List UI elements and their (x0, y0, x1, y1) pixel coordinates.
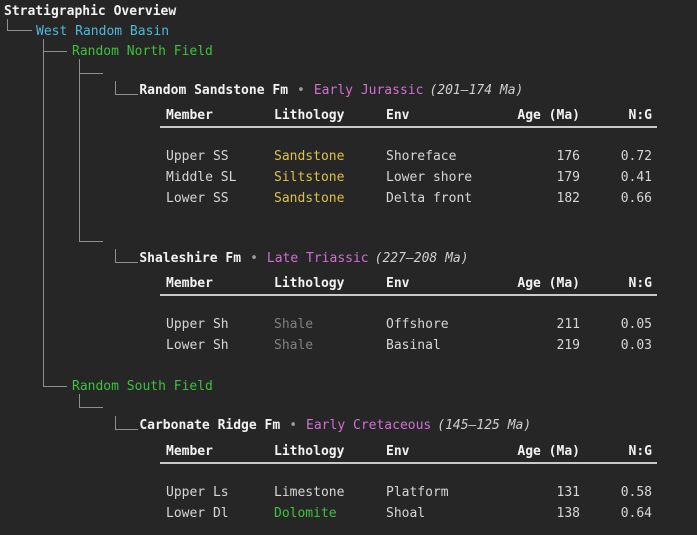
cell-ng: 0.72 (620, 149, 652, 164)
tree-branch-basin-children (43, 39, 44, 386)
formation-age-range: (227–208 Ma) (374, 251, 469, 266)
page-title: Stratigraphic Overview (4, 4, 177, 19)
table-row: Lower Sh Shale Basinal 219 0.03 (160, 337, 657, 354)
cell-ng: 0.41 (620, 170, 652, 185)
table-row: Lower Dl Dolomite Shoal 138 0.64 (160, 505, 657, 522)
tree-connector-formation-3 (79, 394, 103, 408)
col-header-ng: N:G (628, 444, 652, 459)
cell-ng: 0.64 (620, 506, 652, 521)
table-header-row: Member Lithology Env Age (Ma) N:G (160, 275, 657, 292)
tree-branch-north-children (79, 59, 80, 241)
col-header-ng: N:G (628, 276, 652, 291)
formation-name: Random Sandstone Fm (139, 83, 289, 98)
tree-stub-north-field (43, 51, 67, 52)
table-row: Lower SS Sandstone Delta front 182 0.66 (160, 190, 657, 207)
table-header-row: Member Lithology Env Age (Ma) N:G (160, 107, 657, 124)
cell-ng: 0.03 (620, 338, 652, 353)
table-row: Upper SS Sandstone Shoreface 176 0.72 (160, 148, 657, 165)
tree-stub-south-field (43, 386, 67, 387)
formation-name: Shaleshire Fm (139, 251, 242, 266)
formation-header-3: Carbonate Ridge Fm • Early Cretaceous (145–… (108, 400, 531, 433)
tree-connector-root-basin (7, 19, 32, 31)
bullet-separator: • (250, 251, 258, 266)
formation-age-range: (145–125 Ma) (437, 418, 532, 433)
bullet-separator: • (297, 83, 305, 98)
cell-ng: 0.66 (620, 191, 652, 206)
cell-ng: 0.05 (620, 317, 652, 332)
tree-item-basin: West Random Basin (36, 24, 170, 39)
formation-header-1: Random Sandstone Fm • Early Jurassic (201–1… (108, 65, 523, 98)
header-rule (160, 126, 657, 128)
table-header-row: Member Lithology Env Age (Ma) N:G (160, 443, 657, 460)
header-rule (160, 462, 657, 464)
table-row: Upper Ls Limestone Platform 131 0.58 (160, 484, 657, 501)
tree-stub-formation-1 (79, 73, 103, 74)
bullet-separator: • (289, 418, 298, 433)
table-row: Upper Sh Shale Offshore 211 0.05 (160, 316, 657, 333)
table-row: Middle SL Siltstone Lower shore 179 0.41 (160, 169, 657, 186)
formation-epoch: Late Triassic (266, 251, 369, 266)
formation-epoch: Early Jurassic (313, 83, 424, 98)
formation-name: Carbonate Ridge Fm (139, 418, 281, 433)
tree-item-field-north: Random North Field (72, 44, 213, 59)
col-header-ng: N:G (628, 108, 652, 123)
formation-age-range: (201–174 Ma) (429, 83, 524, 98)
tree-item-field-south: Random South Field (72, 379, 213, 394)
formation-epoch: Early Cretaceous (306, 418, 432, 433)
cell-ng: 0.58 (620, 485, 652, 500)
tree-stub-formation-2 (79, 241, 103, 242)
stratigraphy-terminal: Stratigraphic Overview West Random Basin… (0, 0, 697, 535)
formation-header-2: Shaleshire Fm • Late Triassic (227–208 Ma) (108, 233, 468, 266)
header-rule (160, 294, 657, 296)
